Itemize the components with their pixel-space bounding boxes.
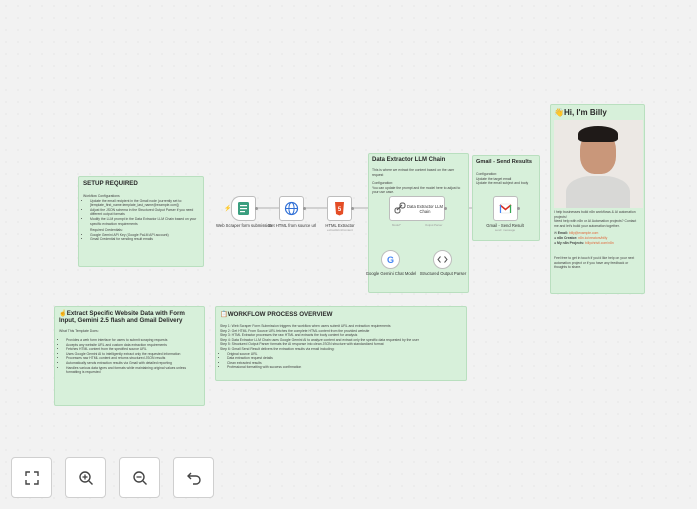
node-output-parser[interactable] <box>433 250 452 269</box>
billy-projects-row: ● My n8n Projects: billychristi.com/n8n <box>554 240 614 245</box>
billy-email-link[interactable]: billy@example.com <box>569 231 598 235</box>
wave-icon: 👋 <box>554 108 564 117</box>
llm-note-config: You can update the prompt and the model … <box>372 185 461 195</box>
node-gmail[interactable] <box>493 196 518 221</box>
zoom-in-button[interactable] <box>65 457 106 498</box>
node-gemini-model[interactable]: G <box>381 250 400 269</box>
llm-note-desc: This is where we extract the content bas… <box>372 168 455 177</box>
google-icon: G <box>387 255 394 265</box>
svg-text:G: G <box>387 255 394 265</box>
billy-note[interactable]: 👋Hi, I'm Billy I help businesses build n… <box>550 104 645 294</box>
zoom-out-icon <box>132 470 147 485</box>
node-form-trigger[interactable] <box>231 196 256 221</box>
extract-title: ☝Extract Specific Website Data with Form… <box>59 310 185 325</box>
overview-bullet: Professional formatting with success con… <box>227 365 462 370</box>
clipboard-icon: 📋 <box>220 311 228 318</box>
email-icon: ✉ <box>554 231 557 236</box>
overview-note[interactable]: 📋WORKFLOW PROCESS OVERVIEW Step 1: Web S… <box>215 306 467 381</box>
node-gmail-sub: send: message <box>494 228 516 232</box>
code-icon <box>437 256 448 263</box>
setup-item: Update the email recipient in the Gmail … <box>90 199 199 208</box>
billy-title: 👋Hi, I'm Billy <box>554 108 607 117</box>
zoom-in-icon <box>78 470 93 485</box>
setup-title: SETUP REQUIRED <box>83 180 138 187</box>
zoom-out-button[interactable] <box>119 457 160 498</box>
link-icon <box>394 202 406 214</box>
node-gemini-label: Google Gemini Chat Model <box>365 271 417 276</box>
globe-icon <box>284 201 299 216</box>
extract-note[interactable]: ☝Extract Specific Website Data with Form… <box>54 306 205 406</box>
port-http-out[interactable] <box>303 207 306 210</box>
extract-intro: What This Template Does: <box>59 329 99 334</box>
port-llm-out[interactable] <box>444 207 447 210</box>
node-http-request[interactable] <box>279 196 304 221</box>
setup-cred: Gmail Credential for sending result emai… <box>90 237 199 242</box>
node-html-extractor[interactable]: 5 <box>327 196 352 221</box>
form-icon <box>238 202 249 215</box>
connector-parser-label: Output Parser <box>425 223 443 227</box>
setup-item: Modify the LLM prompt in the Data Extrac… <box>90 217 199 226</box>
setup-item: Adjust the JSON schema in the Structured… <box>90 208 199 217</box>
billy-intro: I help businesses build n8n workflows & … <box>554 210 636 219</box>
llm-note-title: Data Extractor LLM Chain <box>372 157 446 163</box>
extract-item: Handles various data types and formats w… <box>66 366 200 375</box>
overview-title: 📋WORKFLOW PROCESS OVERVIEW <box>220 311 333 318</box>
port-gmail-out[interactable] <box>517 207 520 210</box>
billy-contact: Need help with n8n or AI Automation proj… <box>554 219 637 228</box>
undo-icon <box>186 472 201 485</box>
port-html-out[interactable] <box>351 207 354 210</box>
billy-creator-link[interactable]: n8n.io/creators/billy <box>578 236 607 240</box>
gmail-icon <box>499 203 512 214</box>
html5-icon: 5 <box>335 202 344 216</box>
port-form-out[interactable] <box>255 207 258 210</box>
avatar <box>554 120 643 208</box>
billy-footer: Feel free to get in touch if you'd like … <box>554 256 635 270</box>
fit-view-icon <box>24 470 39 485</box>
node-llm-label: Data Extractor LLM Chain <box>406 204 444 214</box>
billy-projects-link[interactable]: billychristi.com/n8n <box>585 241 614 245</box>
fit-view-button[interactable] <box>11 457 52 498</box>
node-html-sub: extractHtmlContent <box>327 228 353 232</box>
gmail-note-line: Update the email subject and body <box>476 181 529 186</box>
connector-model-label: Model* <box>392 223 401 227</box>
setup-note[interactable]: SETUP REQUIRED Workflow Configurations U… <box>78 176 204 267</box>
node-parser-label: Structured Output Parser <box>419 271 467 276</box>
creator-icon: ● <box>554 235 557 240</box>
node-llm-chain[interactable]: Data Extractor LLM Chain <box>389 196 445 221</box>
gmail-note-title: Gmail - Send Results <box>476 159 532 165</box>
projects-icon: ● <box>554 240 557 245</box>
undo-button[interactable] <box>173 457 214 498</box>
pointer-icon: ☝ <box>59 310 67 317</box>
